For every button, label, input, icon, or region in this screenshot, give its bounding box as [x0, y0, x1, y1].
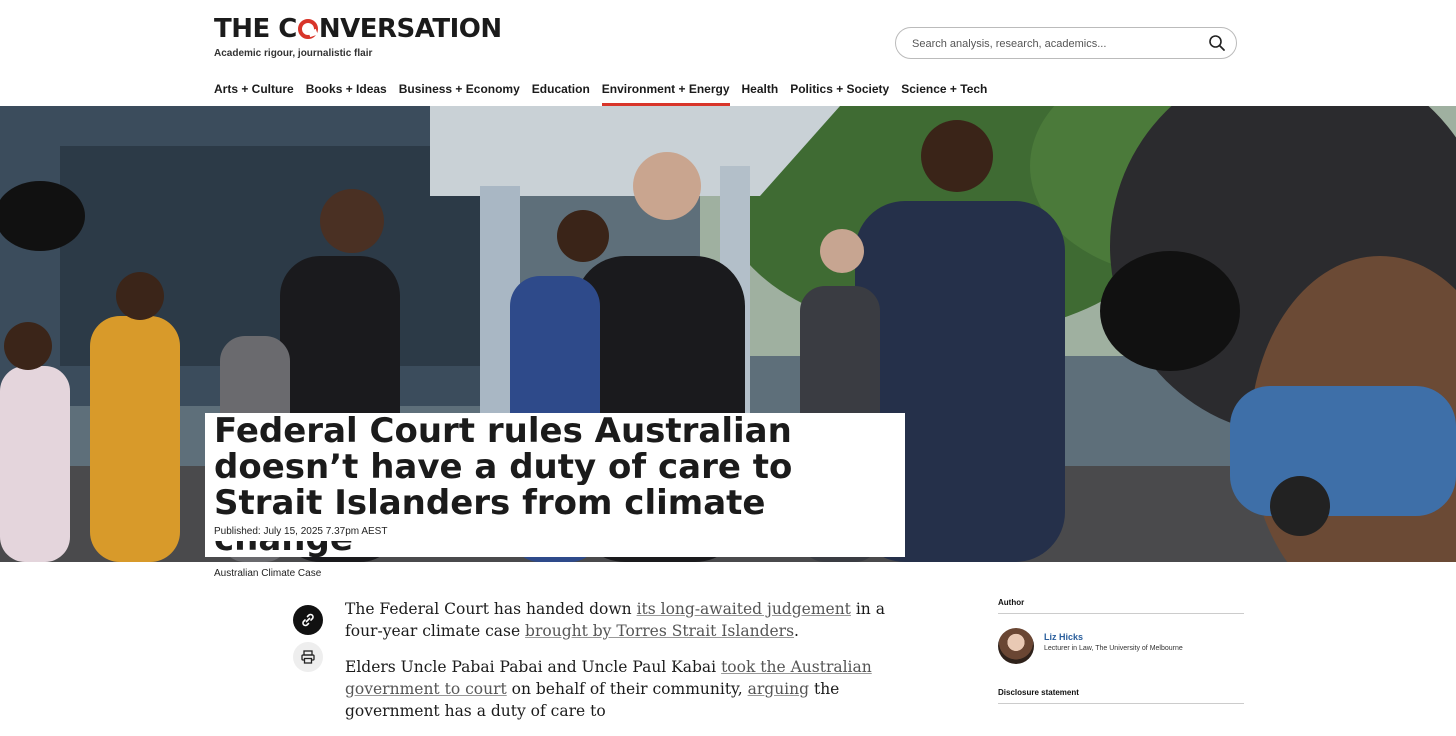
logo-o-icon	[297, 19, 318, 39]
published-date: Published: July 15, 2025 7.37pm AEST	[205, 522, 397, 541]
author-card[interactable]: Liz Hicks Lecturer in Law, The Universit…	[998, 628, 1244, 680]
article-category[interactable]: Australian Climate Case	[214, 568, 321, 579]
torres-strait-link[interactable]: brought by Torres Strait Islanders	[525, 622, 794, 640]
section-nav: Arts + Culture Books + Ideas Business + …	[214, 82, 999, 106]
site-logo[interactable]: THE C NVERSATION	[214, 14, 502, 44]
nav-item-politics-society[interactable]: Politics + Society	[790, 82, 889, 106]
copy-link-button[interactable]	[293, 605, 323, 635]
article-paragraph: The Federal Court has handed down its lo…	[345, 600, 885, 640]
nav-item-environment-energy[interactable]: Environment + Energy	[601, 82, 730, 106]
nav-item-science-tech[interactable]: Science + Tech	[901, 82, 987, 106]
disclosure-heading[interactable]: Disclosure statement	[998, 688, 1244, 704]
nav-item-arts-culture[interactable]: Arts + Culture	[214, 82, 294, 106]
nav-item-business-economy[interactable]: Business + Economy	[399, 82, 520, 106]
site-tagline: Academic rigour, journalistic flair	[214, 48, 373, 59]
article-headline: Federal Court rules Australian governmen…	[205, 413, 905, 557]
article-sidebar: Author Liz Hicks Lecturer in Law, The Un…	[998, 598, 1244, 704]
judgement-link[interactable]: its long-awaited judgement	[637, 600, 851, 618]
print-button[interactable]	[293, 642, 323, 672]
nav-item-books-ideas[interactable]: Books + Ideas	[306, 82, 387, 106]
nav-item-health[interactable]: Health	[742, 82, 779, 106]
author-heading: Author	[998, 598, 1244, 614]
author-name[interactable]: Liz Hicks	[1044, 632, 1083, 642]
print-icon	[301, 650, 315, 664]
arguing-link[interactable]: arguing	[748, 680, 809, 698]
link-icon	[302, 613, 314, 627]
search-box[interactable]	[895, 27, 1237, 59]
search-input[interactable]	[910, 34, 1204, 54]
avatar[interactable]	[998, 628, 1034, 664]
author-role: Lecturer in Law, The University of Melbo…	[1044, 645, 1183, 652]
nav-item-education[interactable]: Education	[532, 82, 590, 106]
article-body: The Federal Court has handed down its lo…	[345, 598, 925, 736]
hero-image: Federal Court rules Australian governmen…	[0, 106, 1456, 562]
site-header: THE C NVERSATION Academic rigour, journal…	[0, 0, 1456, 106]
article-paragraph: Elders Uncle Pabai Pabai and Uncle Paul …	[345, 658, 872, 720]
search-icon[interactable]	[1208, 34, 1226, 52]
